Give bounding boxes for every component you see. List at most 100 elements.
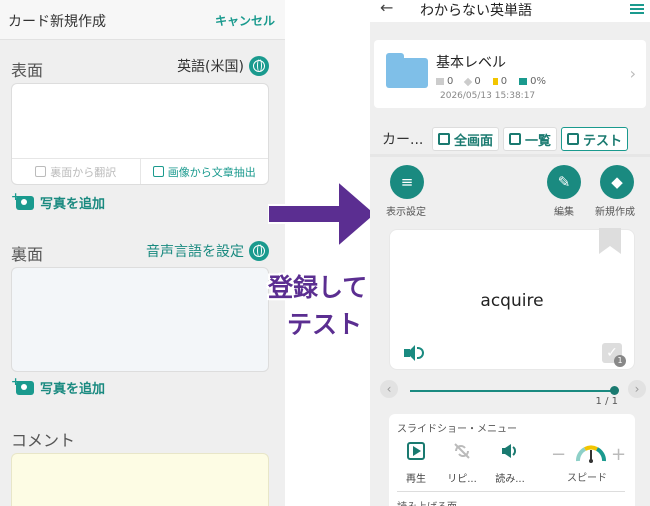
stat-bookmarks: 0 (492, 76, 508, 87)
back-text-field[interactable] (11, 267, 269, 372)
translate-icon (35, 166, 47, 177)
pencil-icon: ✎ (557, 173, 571, 191)
back-add-photo-button[interactable]: + 写真を追加 (11, 375, 106, 398)
menu-icon[interactable] (630, 4, 644, 14)
deck-study-screen: ← わからない英単語 基本レベル 0 0 0 0% 2026/05/13 15:… (370, 0, 650, 506)
display-settings-button[interactable]: ≡ (390, 165, 424, 199)
callout-line1: 登録して (268, 273, 368, 302)
deck-date: 2026/05/13 15:38:17 (440, 91, 536, 101)
comment-label: コメント (11, 431, 76, 450)
slideshow-divider (397, 491, 625, 492)
read-aloud-label: 読み... (495, 474, 525, 485)
tab-test[interactable]: テスト (561, 127, 629, 151)
camera-icon: + (11, 190, 34, 210)
fullscreen-icon (438, 133, 450, 145)
play-label: 再生 (406, 474, 426, 485)
deck-stats: 0 0 0 0% (436, 76, 546, 87)
card-create-screen: カード新規作成 キャンセル 表面 英語(米国) 裏面から翻訳 画像から文章抽出 … (0, 0, 285, 506)
speed-label: スピード (567, 473, 607, 484)
display-settings-label: 表示設定 (386, 207, 426, 218)
repeat-off-icon (454, 443, 470, 459)
image-text-icon (152, 166, 164, 177)
slider-knob[interactable] (610, 386, 619, 395)
folder-icon (386, 53, 428, 88)
stat-checked: 0% (519, 76, 546, 87)
chevron-right-icon: › (629, 64, 636, 83)
tab-fullscreen-label: 全画面 (454, 133, 494, 149)
back-voice-selector[interactable]: 音声言語を設定 (146, 241, 269, 261)
translate-from-back-label: 裏面から翻訳 (50, 165, 117, 179)
card-slider: ‹ 1 / 1 › (370, 380, 650, 408)
create-title: カード新規作成 (8, 14, 106, 30)
cancel-button[interactable]: キャンセル (215, 12, 275, 29)
stat-cards: 0 (436, 76, 453, 87)
slider-track[interactable] (410, 390, 615, 392)
list-icon (509, 133, 522, 145)
right-arrow-icon (268, 178, 378, 250)
stat-checked-value: 0% (530, 76, 546, 87)
repeat-label: リピ... (447, 474, 477, 485)
check-count-badge: 1 (614, 355, 626, 367)
edit-label: 編集 (554, 207, 574, 218)
edit-button[interactable]: ✎ (547, 165, 581, 199)
deck-card[interactable]: 基本レベル 0 0 0 0% 2026/05/13 15:38:17 › (374, 40, 646, 108)
speed-increase-button[interactable]: + (611, 444, 626, 465)
deck-name: 基本レベル (436, 55, 506, 71)
study-header: ← わからない英単語 (370, 0, 650, 22)
speedometer-icon (576, 445, 606, 463)
card-position: 1 / 1 (595, 396, 618, 407)
tab-list[interactable]: 一覧 (503, 127, 558, 151)
stat-tags-value: 0 (474, 76, 481, 87)
stat-tags: 0 (464, 76, 481, 87)
globe-icon[interactable] (249, 56, 269, 76)
tag-icon (464, 77, 473, 86)
card-word: acquire (480, 291, 544, 311)
stat-bookmarks-value: 0 (500, 76, 508, 87)
slideshow-menu: スライドショー・メニュー 再生 リピ... 読み... − + スピード 読み上… (389, 414, 635, 506)
speaker-icon (502, 444, 516, 458)
filter-icon: ≡ (400, 173, 414, 191)
callout-line2: テスト (287, 310, 363, 339)
repeat-button[interactable]: リピ... (439, 442, 485, 485)
read-aloud-button[interactable]: 読み... (487, 442, 533, 485)
tab-divider (370, 154, 650, 157)
front-add-photo-button[interactable]: + 写真を追加 (11, 190, 106, 213)
flashcard[interactable]: acquire ✓ 1 (389, 228, 635, 370)
play-button[interactable]: 再生 (393, 442, 439, 485)
comment-text-field[interactable] (11, 453, 269, 506)
speed-decrease-button[interactable]: − (551, 444, 566, 465)
read-side-label: 読み上げる面 (397, 498, 457, 506)
globe-icon[interactable] (249, 241, 269, 261)
back-add-photo-label: 写真を追加 (40, 382, 106, 397)
extract-text-from-image-button[interactable]: 画像から文章抽出 (139, 159, 269, 184)
extract-text-label: 画像から文章抽出 (167, 165, 256, 179)
new-card-label: 新規作成 (595, 207, 635, 218)
front-tools: 裏面から翻訳 画像から文章抽出 (12, 158, 268, 184)
set-voice-label: 音声言語を設定 (146, 244, 244, 260)
next-card-button[interactable]: › (628, 380, 646, 398)
front-text-field[interactable]: 裏面から翻訳 画像から文章抽出 (11, 83, 269, 185)
play-icon (407, 442, 425, 460)
tab-list-label: 一覧 (525, 133, 552, 149)
stat-cards-value: 0 (447, 76, 454, 87)
card-count-icon (436, 78, 444, 85)
front-label: 表面 (11, 61, 44, 80)
mode-tabs: カー... 全画面 一覧 テスト (370, 124, 650, 154)
create-header: カード新規作成 キャンセル (0, 0, 285, 40)
tab-card[interactable]: カー... (370, 129, 432, 149)
new-card-button[interactable]: ◆ (600, 165, 634, 199)
back-arrow-icon[interactable]: ← (380, 0, 393, 17)
slideshow-title: スライドショー・メニュー (397, 424, 517, 435)
checkbox-icon (567, 133, 580, 145)
tab-fullscreen[interactable]: 全画面 (432, 127, 500, 151)
add-card-icon: ◆ (611, 173, 623, 191)
front-language-selector[interactable]: 英語(米国) (177, 56, 269, 76)
bookmark-icon[interactable] (599, 228, 621, 254)
translate-from-back-button[interactable]: 裏面から翻訳 (12, 159, 140, 184)
deck-group-title: わからない英単語 (420, 3, 532, 19)
check-icon (519, 78, 528, 85)
speaker-icon[interactable] (404, 345, 424, 361)
prev-card-button[interactable]: ‹ (380, 380, 398, 398)
front-add-photo-label: 写真を追加 (40, 197, 106, 212)
camera-icon: + (11, 375, 34, 395)
